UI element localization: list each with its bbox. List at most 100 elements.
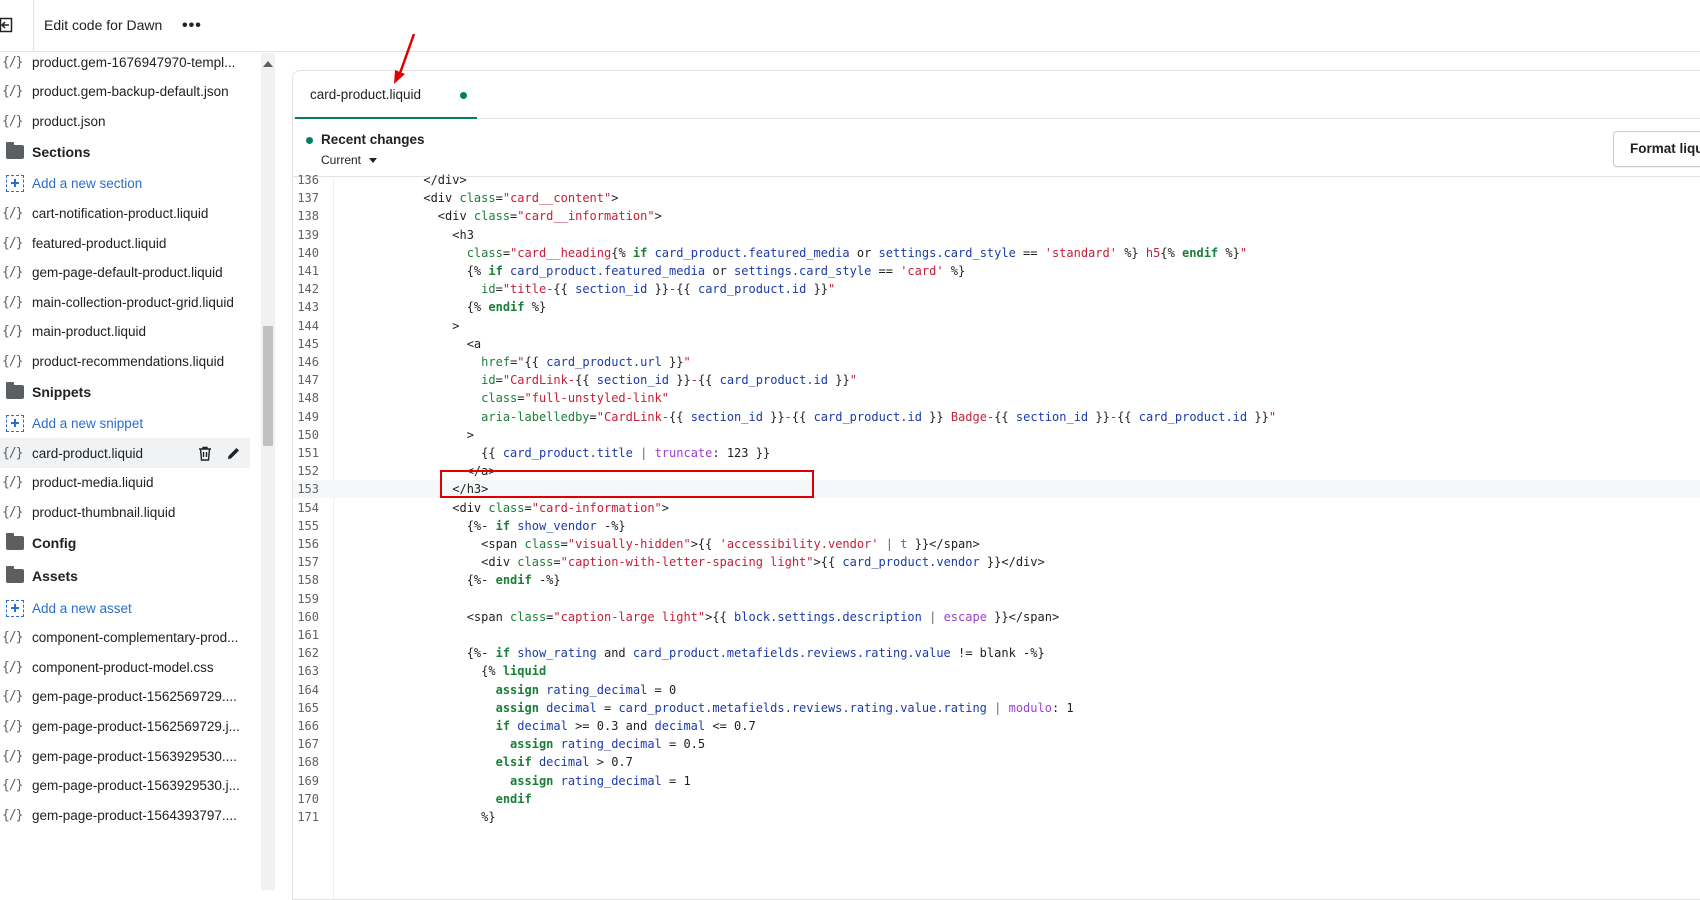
code-token: {{ [791, 409, 814, 424]
sidebar-file-item[interactable]: {/} product-media.liquid [0, 467, 250, 497]
code-token: >= 0.3 and [575, 719, 648, 733]
sidebar-file-item[interactable]: {/} gem-page-product-1563929530.j... [0, 770, 250, 800]
code-token: > [661, 500, 670, 515]
code-line: 144 > [293, 317, 1700, 335]
code-token: >{{ [705, 609, 735, 624]
liquid-file-icon: {/} [2, 504, 24, 520]
file-tabs: card-product.liquid [293, 71, 1700, 119]
sidebar-file-item[interactable]: {/} product-recommendations.liquid [0, 346, 250, 376]
code-text: {% liquid [380, 662, 546, 680]
sidebar-add-item[interactable]: Add a new snippet [0, 408, 250, 438]
line-number: 164 [297, 682, 319, 697]
code-line: 157 <div class="caption-with-letter-spac… [293, 553, 1700, 571]
code-text: <span class="visually-hidden">{{ 'access… [380, 535, 980, 553]
sidebar-item-label: Config [32, 535, 77, 551]
code-line: 161 [293, 626, 1700, 644]
code-token: <span [380, 537, 525, 551]
code-token: "card__content" [502, 191, 612, 206]
format-liquid-button[interactable]: Format liquid [1613, 131, 1700, 167]
liquid-file-icon: {/} [2, 235, 24, 251]
sidebar-file-item[interactable]: {/} component-product-model.css [0, 652, 250, 682]
sidebar-item-label: component-complementary-prod... [32, 629, 239, 645]
sidebar-add-item[interactable]: Add a new asset [0, 593, 250, 623]
sidebar-file-item[interactable]: {/} product.gem-1676947970-templ... [0, 53, 250, 77]
code-token: = [560, 537, 568, 551]
code-token: if [495, 719, 511, 733]
liquid-file-icon: {/} [2, 718, 24, 734]
sidebar-file-item[interactable]: {/} cart-notification-product.liquid [0, 198, 250, 228]
line-number: 152 [297, 464, 319, 479]
line-number: 163 [297, 664, 319, 679]
code-token: class [481, 391, 518, 406]
sidebar-folder[interactable]: Sections [0, 137, 250, 167]
code-token: section_id [575, 282, 648, 297]
line-number: 141 [297, 264, 319, 278]
code-token: = [502, 245, 511, 260]
sidebar-folder[interactable]: Assets [0, 561, 250, 591]
code-token: card_product.id [1138, 409, 1248, 424]
delete-icon[interactable] [196, 444, 214, 462]
code-token: section_id [596, 373, 670, 388]
top-bar: Edit code for Dawn ••• [0, 0, 1700, 52]
code-token: = 0.5 [669, 737, 706, 752]
file-actions [196, 444, 242, 462]
rename-icon[interactable] [224, 444, 242, 462]
code-token: }}</span> [986, 609, 1060, 624]
sidebar-file-item[interactable]: {/} main-collection-product-grid.liquid [0, 287, 250, 317]
line-number: 145 [297, 336, 319, 351]
line-number: 142 [297, 282, 319, 297]
sidebar-file-item[interactable]: {/} product.json [0, 106, 250, 136]
code-token: {{ [676, 282, 698, 297]
code-token: }} [661, 355, 684, 369]
sidebar-add-item[interactable]: Add a new section [0, 168, 250, 198]
line-number: 156 [297, 537, 319, 551]
liquid-file-icon: {/} [2, 777, 24, 793]
sidebar-file-item[interactable]: {/} main-product.liquid [0, 316, 250, 346]
code-token: }} [1247, 409, 1269, 424]
code-token: == [878, 264, 901, 278]
sidebar-file-item[interactable]: {/} gem-page-product-1563929530.... [0, 741, 250, 771]
sidebar-folder[interactable]: Snippets [0, 377, 250, 407]
code-token: }} [921, 409, 951, 424]
code-token: {%- [380, 646, 496, 661]
tab-card-product[interactable]: card-product.liquid [295, 71, 477, 119]
sidebar-file-item[interactable]: {/} gem-page-product-1564393797.... [0, 800, 250, 830]
sidebar-file-item[interactable]: {/} featured-product.liquid [0, 228, 250, 258]
sidebar-folder[interactable]: Config [0, 528, 250, 558]
code-token: 'card' [900, 264, 944, 278]
code-token: card_product.featured_media [647, 245, 857, 260]
code-token: assign [510, 773, 554, 788]
liquid-file-icon: {/} [2, 264, 24, 280]
code-line: 142 id="title-{{ section_id }}-{{ card_p… [293, 280, 1700, 298]
code-token: show_vendor [510, 518, 604, 533]
line-number: 146 [297, 355, 319, 369]
sidebar-file-item[interactable]: {/} product-thumbnail.liquid [0, 497, 250, 527]
code-text: <h3 [380, 226, 474, 244]
code-line: 139 <h3 [293, 226, 1700, 244]
code-token: if [495, 518, 511, 533]
code-token: > [380, 427, 474, 442]
scrollbar-thumb[interactable] [263, 326, 273, 446]
code-token: card_product.id [697, 282, 807, 297]
sidebar-item-label: gem-page-product-1564393797.... [32, 807, 237, 823]
liquid-file-icon: {/} [2, 659, 24, 675]
code-token: | [885, 537, 894, 551]
code-token: " [828, 282, 836, 297]
sidebar-file-item[interactable]: {/} product.gem-backup-default.json [0, 76, 250, 106]
scroll-up-icon[interactable] [263, 61, 273, 67]
version-select[interactable]: Current [321, 153, 378, 167]
code-token: = 1 [669, 773, 691, 788]
sidebar-file-item[interactable]: {/} gem-page-default-product.liquid [0, 257, 250, 287]
sidebar-file-item[interactable]: {/} component-complementary-prod... [0, 622, 250, 652]
liquid-file-icon: {/} [2, 54, 24, 70]
code-line: 160 <span class="caption-large light">{{… [293, 608, 1700, 626]
more-actions-button[interactable]: ••• [182, 16, 204, 36]
line-number: 169 [297, 773, 319, 788]
sidebar-file-item[interactable]: {/} gem-page-product-1562569729.j... [0, 711, 250, 741]
exit-editor-icon[interactable] [0, 14, 14, 36]
sidebar-file-item[interactable]: {/} gem-page-product-1562569729.... [0, 681, 250, 711]
sidebar-file-item[interactable]: {/} card-product.liquid [0, 438, 250, 468]
code-area[interactable]: 136 </div> 137 <div class="card__content"… [293, 173, 1700, 899]
sidebar-scrollbar[interactable] [261, 53, 275, 890]
